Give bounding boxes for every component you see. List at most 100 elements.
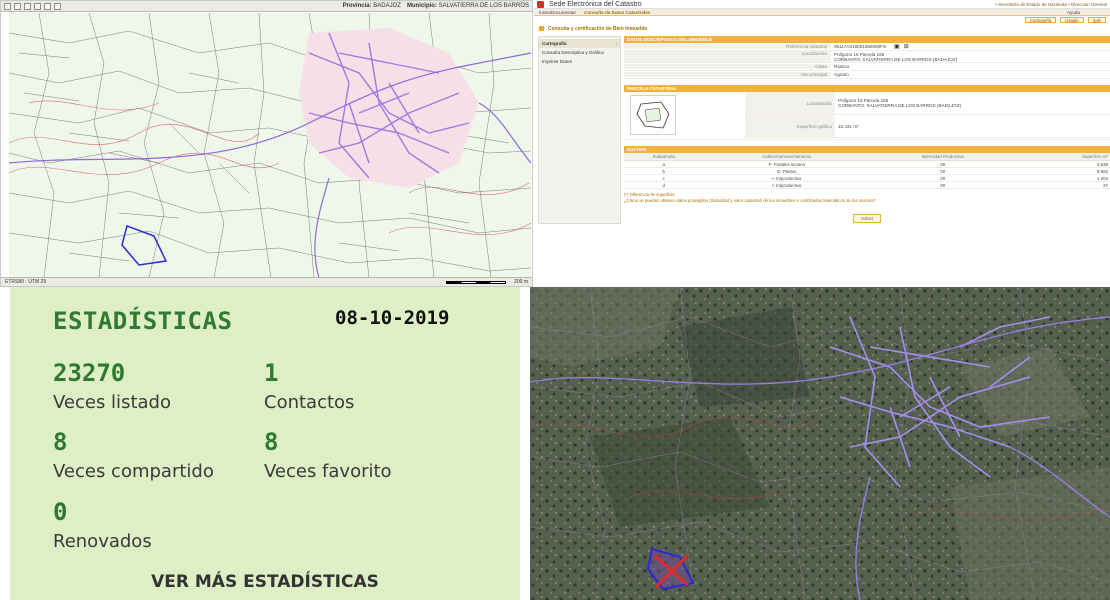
note-datos-protegidos-link[interactable]: ¿Cómo se pueden obtener datos protegidos… [624, 198, 1110, 204]
parcela-loc-label: Localización [745, 92, 835, 114]
nav-consulta[interactable]: Consulta de Datos Catastrales [584, 10, 650, 15]
map-canvas[interactable] [9, 13, 531, 278]
sidebar-item-consulta-descriptiva[interactable]: Consulta Descriptiva y Gráfica [539, 48, 620, 57]
stat-value: 23270 [53, 359, 126, 387]
stat-label: Renovados [53, 531, 152, 552]
estadisticas-panel: ESTADÍSTICAS 08-10-2019 23270 Veces list… [10, 287, 520, 600]
clase-value: Rústico [834, 64, 850, 69]
catastro-main: DATOS DESCRIPTIVOS DEL INMUEBLE Referenc… [624, 36, 1110, 224]
cell-subparcela: b [624, 167, 704, 175]
section-parcela: PARCELA CATASTRAL [624, 85, 1110, 92]
municipio-value: SALVATIERRA DE LOS BARROS [438, 3, 529, 9]
provincia-value: BADAJOZ [373, 3, 401, 9]
cell-intensidad: 00 [870, 160, 1016, 168]
stat-value: 0 [53, 498, 68, 526]
cell-intensidad: 00 [870, 181, 1016, 189]
col-subparcela: Subparcela [624, 153, 704, 161]
stat-contactos: 1 Contactos [264, 359, 354, 415]
sidebar-item-label: Cartografía [542, 41, 567, 46]
stat-label: Veces favorito [264, 461, 392, 482]
print-icon[interactable]: ▣ [894, 43, 900, 50]
zoom-in-icon[interactable] [4, 2, 11, 10]
scale-bar [446, 280, 507, 284]
clase-row: Clase Rústico [624, 63, 1110, 71]
clase-label: Clase [624, 64, 831, 69]
parcela-sup-label: Superficie gráfica [745, 115, 835, 137]
uso-label: Uso principal [624, 72, 831, 77]
section-datos-descriptivos: DATOS DESCRIPTIVOS DEL INMUEBLE [624, 36, 1110, 43]
cell-superficie: 8.662 [1015, 167, 1110, 175]
ref-catastral-label: Referencia catastral [624, 44, 831, 49]
localizacion-line2: CORBANTO. SALVATIERRA DE LOS BARROS (BAD… [834, 56, 958, 62]
print-icon[interactable] [54, 2, 61, 10]
zoom-out-icon[interactable] [14, 2, 21, 10]
localizacion-row: Localización Polígono 16 Parcela 165 COR… [624, 51, 1110, 63]
cell-superficie: 27 [1015, 181, 1110, 189]
salir-button[interactable]: Salir [1087, 17, 1106, 23]
stat-value: 1 [264, 359, 279, 387]
stat-value: 8 [264, 428, 279, 456]
listado-button[interactable]: Listado [1060, 17, 1084, 23]
projection-label: ETRS89 · UTM 29 [5, 279, 47, 285]
bullet-icon [539, 26, 544, 31]
uso-row: Uso principal Agrario [624, 71, 1110, 79]
info-icon[interactable] [34, 2, 41, 10]
catastro-page: Sede Electrónica del Catastro • Secretar… [534, 0, 1110, 287]
catastro-site-title: Sede Electrónica del Catastro [549, 0, 642, 8]
cell-intensidad: 00 [870, 174, 1016, 182]
parcela-loc-row: Localización Polígono 16 Parcela 165 COR… [745, 92, 1110, 115]
parcel-thumbnail[interactable] [630, 95, 676, 135]
col-intensidad: Intensidad Productiva [870, 153, 1016, 161]
cell-cultivo: F- Frutales secano [703, 160, 871, 168]
catastro-nav: Inicio/Documentar Consulta de Datos Cata… [534, 9, 1110, 16]
parcela-box: Localización Polígono 16 Parcela 165 COR… [624, 92, 1110, 140]
parcela-info: Localización Polígono 16 Parcela 165 COR… [745, 92, 1110, 139]
image-collage: Provincia: BADAJOZ Municipio: SALVATIERR… [0, 0, 1110, 600]
catastro-top-links[interactable]: • Secretaría de Estado de Hacienda • Dir… [995, 2, 1107, 7]
stats-title: ESTADÍSTICAS [53, 307, 233, 335]
cartografia-button[interactable]: Cartografía [1025, 17, 1057, 23]
pan-icon[interactable] [24, 2, 31, 10]
catastro-notes: (*) Diferencia de superficie ¿Cómo se pu… [624, 192, 1110, 204]
map-icon[interactable]: ⊞ [904, 43, 909, 50]
cell-superficie: 3.538 [1015, 160, 1110, 168]
divider [520, 287, 530, 600]
map-toolbar: Provincia: BADAJOZ Municipio: SALVATIERR… [1, 1, 532, 12]
col-superficie: Superficie m² [1015, 153, 1110, 161]
stat-value: 8 [53, 428, 68, 456]
parcela-sup-row: Superficie gráfica 16.431 m² [745, 115, 1110, 138]
provincia-label: Provincia: [342, 3, 372, 9]
municipio-label: Municipio: [406, 3, 437, 9]
measure-icon[interactable] [44, 2, 51, 10]
ref-catastral-value: 06117A016001650000FS [834, 44, 887, 49]
catastro-body: Cartografía › Consulta Descriptiva y Grá… [534, 33, 1110, 224]
stat-label: Veces listado [53, 392, 171, 413]
chevron-right-icon: › [615, 41, 617, 46]
stat-veces-favorito: 8 Veces favorito [264, 428, 392, 484]
stat-label: Veces compartido [53, 461, 214, 482]
section-cultivo: CULTIVO [624, 146, 1110, 153]
parcela-loc-line2: CORBANTO. SALVATIERRA DE LOS BARROS (BAD… [838, 103, 962, 108]
scale-label: 200 m [514, 279, 528, 285]
satellite-ortho-view[interactable] [530, 287, 1110, 600]
cell-subparcela: d [624, 181, 704, 189]
sidebar-item-imprimir[interactable]: Imprimir Datos [539, 57, 620, 66]
uso-value: Agrario [834, 72, 849, 77]
catastro-sidebar: Cartografía › Consulta Descriptiva y Grá… [538, 36, 621, 224]
cell-intensidad: 00 [870, 167, 1016, 175]
cell-cultivo: I- Improductivo [703, 181, 871, 189]
sidebar-item-cartografia[interactable]: Cartografía › [539, 39, 620, 48]
catastro-header: Sede Electrónica del Catastro • Secretar… [534, 0, 1110, 9]
nav-help[interactable]: Ayuda [1067, 10, 1110, 15]
stats-date: 08-10-2019 [335, 307, 450, 329]
stat-veces-compartido: 8 Veces compartido [53, 428, 214, 484]
volver-button[interactable]: Volver [853, 214, 881, 223]
cultivos-table: Subparcela Cultivo/Aprovechamiento Inten… [624, 153, 1110, 189]
nav-inicio[interactable]: Inicio/Documentar [539, 10, 576, 15]
map-status-bar: ETRS89 · UTM 29 200 m [1, 277, 532, 286]
page-title-text: Consulta y certificación de Bien Inmuebl… [548, 25, 648, 32]
localizacion-label: Localización [624, 51, 831, 62]
col-cultivo: Cultivo/Aprovechamiento [703, 153, 871, 161]
ver-mas-estadisticas-link[interactable]: VER MÁS ESTADÍSTICAS [10, 572, 520, 592]
stat-renovados: 0 Renovados [53, 498, 152, 554]
